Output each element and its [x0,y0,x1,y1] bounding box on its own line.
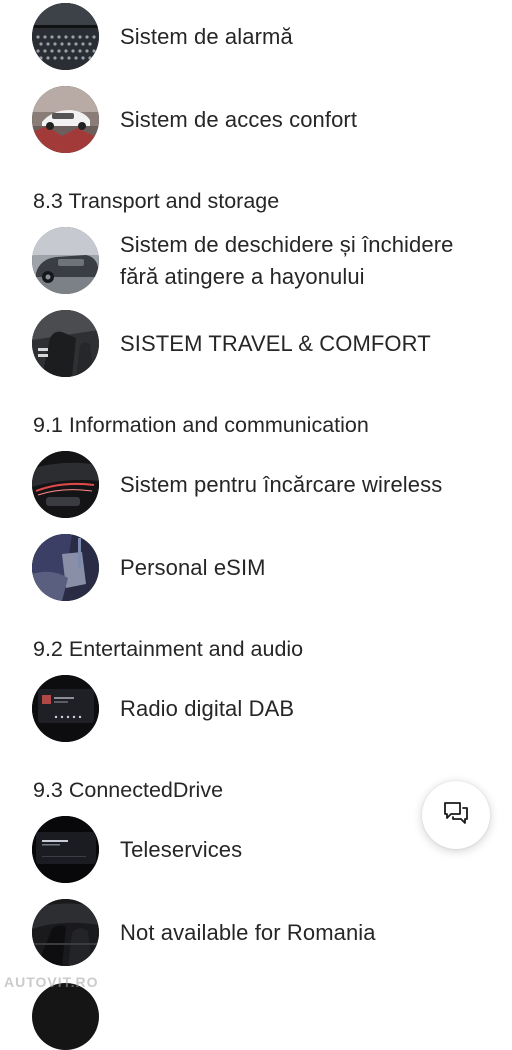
feature-item-alarm[interactable]: Sistem de alarmă [32,3,512,70]
section-heading-connecteddrive: 9.3 ConnectedDrive [33,778,224,802]
feature-item-wireless-charging[interactable]: Sistem pentru încărcare wireless [32,451,512,518]
feature-label: Not available for Romania [120,919,376,945]
feature-item-comfort-access[interactable]: Sistem de acces confort [32,86,512,153]
esim-thumbnail [32,534,99,601]
tailgate-thumbnail [32,227,99,294]
section-heading-information-communication: 9.1 Information and communication [33,413,369,437]
watermark: AUTOVIT.RO [4,974,99,990]
alarm-thumbnail [32,3,99,70]
wireless-charging-thumbnail [32,451,99,518]
feature-label: Personal eSIM [120,554,266,580]
feature-item-personal-esim[interactable]: Personal eSIM [32,534,512,601]
not-available-thumbnail [32,899,99,966]
section-heading-entertainment-audio: 9.2 Entertainment and audio [33,637,304,661]
feature-label: Sistem de alarmă [120,23,293,49]
section-heading-transport-storage: 8.3 Transport and storage [33,189,280,213]
feature-label: Teleservices [120,836,243,862]
feature-item-travel-comfort[interactable]: SISTEM TRAVEL & COMFORT [32,310,512,377]
next-feature-thumbnail[interactable] [32,983,99,1050]
feature-label: Radio digital DAB [120,695,295,721]
feature-label: Sistem de acces confort [120,106,358,132]
feature-label: SISTEM TRAVEL & COMFORT [120,330,431,356]
chat-bubbles-icon [442,799,470,832]
dab-radio-thumbnail [32,675,99,742]
feature-label: Sistem pentru încărcare wireless [120,471,443,497]
feature-item-touchless-tailgate[interactable]: Sistem de deschidere și închidere fără a… [32,227,512,294]
feature-item-not-available-romania[interactable]: Not available for Romania [32,899,512,966]
comfort-access-thumbnail [32,86,99,153]
feature-label: Sistem de deschidere și închidere fără a… [120,231,454,289]
chat-button[interactable] [422,781,490,849]
feature-item-dab-radio[interactable]: Radio digital DAB [32,675,512,742]
teleservices-thumbnail [32,816,99,883]
travel-comfort-thumbnail [32,310,99,377]
